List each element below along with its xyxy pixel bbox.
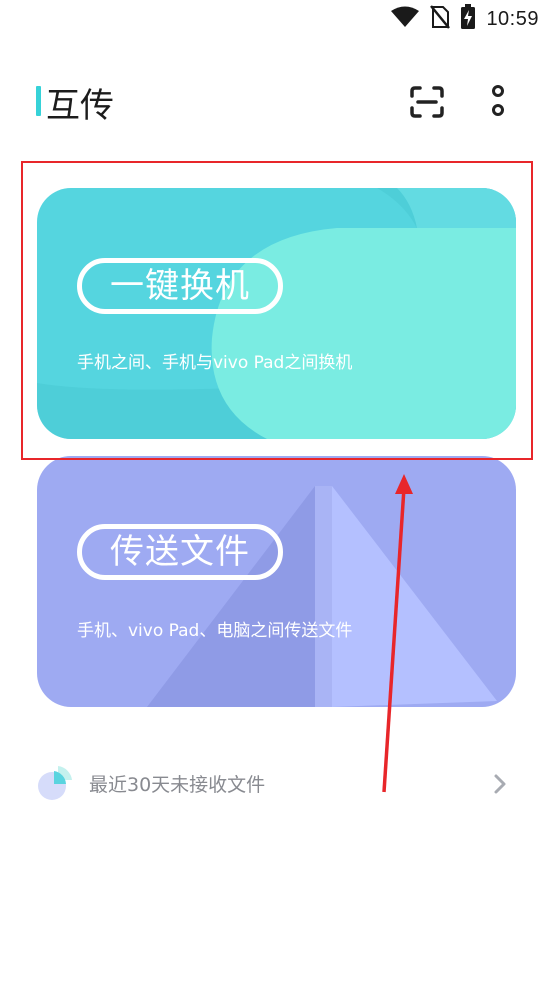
battery-charging-icon (460, 4, 476, 34)
more-button[interactable] (486, 82, 510, 122)
chevron-right-icon (490, 772, 510, 796)
app-header: 互传 (0, 70, 553, 134)
annotation-arrow (382, 474, 413, 793)
transfer-files-title: 传送文件 (77, 524, 283, 580)
transfer-files-card[interactable]: 传送文件 手机、vivo Pad、电脑之间传送文件 (37, 456, 516, 707)
no-sim-icon (430, 5, 451, 33)
status-time: 10:59 (486, 7, 539, 30)
page-title: 互传 (46, 86, 114, 126)
scan-icon (410, 86, 444, 118)
title-accent-bar (36, 86, 41, 116)
card-decoration (147, 486, 497, 707)
recent-unreceived-row[interactable]: 最近30天未接收文件 (0, 760, 553, 808)
pie-chart-icon (36, 764, 74, 802)
wifi-icon (390, 6, 420, 32)
status-bar: 10:59 (0, 0, 553, 38)
transfer-files-subtitle: 手机、vivo Pad、电脑之间传送文件 (77, 621, 353, 641)
highlight-annotation-box (21, 161, 533, 460)
recent-label: 最近30天未接收文件 (89, 774, 266, 796)
scan-button[interactable] (408, 84, 446, 120)
more-icon (492, 85, 504, 116)
